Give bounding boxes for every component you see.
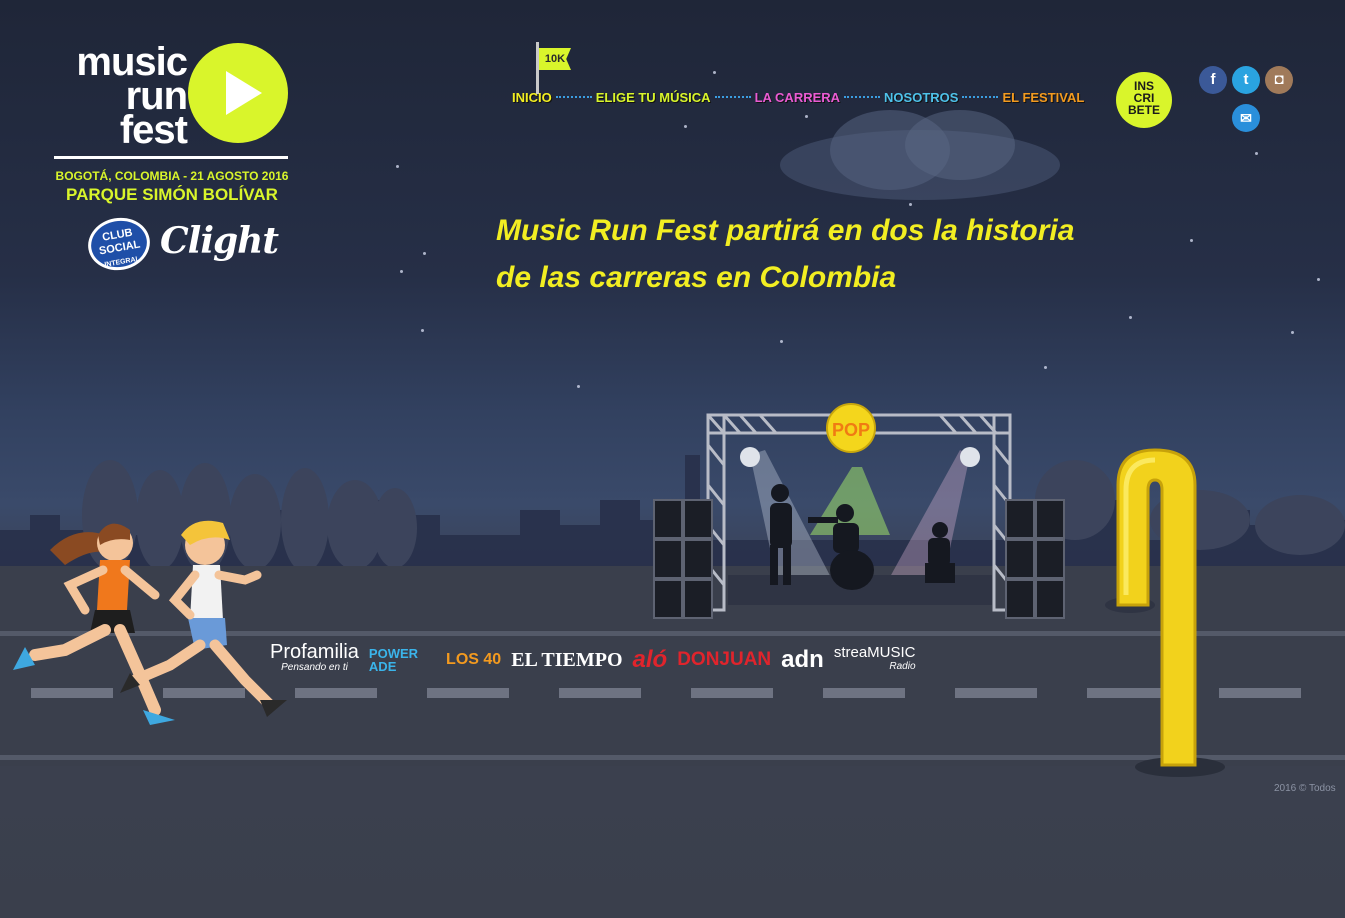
sponsor-adn[interactable]: adn bbox=[781, 646, 824, 674]
facebook-icon[interactable]: f bbox=[1199, 66, 1227, 94]
email-icon[interactable]: ✉ bbox=[1232, 104, 1260, 132]
sponsor-powerade-sub: ADE bbox=[368, 659, 397, 674]
page-headline: Music Run Fest partirá en dos la histori… bbox=[496, 207, 1196, 301]
cloud bbox=[780, 110, 1060, 200]
runners-illustration bbox=[13, 520, 287, 725]
sponsor-los40[interactable]: LOS 40 bbox=[446, 651, 501, 669]
event-date: BOGOTÁ, COLOMBIA - 21 AGOSTO 2016 bbox=[55, 169, 289, 183]
nav-la-carrera[interactable]: LA CARRERA bbox=[755, 90, 840, 105]
nav-separator bbox=[844, 95, 881, 98]
sponsors-strip: Profamilia Pensando en ti POWER ADE LOS … bbox=[270, 636, 916, 684]
sponsor-donjuan[interactable]: DONJUAN bbox=[677, 649, 771, 671]
sponsor-powerade[interactable]: POWER ADE bbox=[369, 647, 436, 673]
logo-divider bbox=[54, 156, 288, 159]
nav-el-festival[interactable]: EL FESTIVAL bbox=[1002, 90, 1084, 105]
event-venue: PARQUE SIMÓN BOLÍVAR bbox=[66, 185, 278, 204]
nav-nosotros[interactable]: NOSOTROS bbox=[884, 90, 958, 105]
headline-line-2: de las carreras en Colombia bbox=[496, 261, 897, 294]
twitter-icon[interactable]: t bbox=[1232, 66, 1260, 94]
sponsor-profamilia-name: Profamilia bbox=[270, 641, 359, 663]
flag-10k-icon: 10K bbox=[539, 48, 571, 70]
club-social-sub: INTEGRAL bbox=[103, 255, 141, 269]
nav-separator bbox=[555, 95, 592, 98]
instagram-icon[interactable]: ◘ bbox=[1265, 66, 1293, 94]
sponsor-streamusic[interactable]: streaMUSIC Radio bbox=[833, 644, 916, 674]
logo-word-fest: fest bbox=[119, 108, 188, 152]
nav-separator bbox=[962, 95, 999, 98]
inscribete-line: BETE bbox=[1127, 103, 1160, 117]
inscribete-button[interactable]: INS CRI BETE bbox=[1116, 72, 1172, 128]
sponsor-streamusic-name: streaMUSIC bbox=[833, 644, 916, 661]
headline-line-1: Music Run Fest partirá en dos la histori… bbox=[496, 214, 1075, 247]
club-social-logo: CLUB SOCIAL INTEGRAL bbox=[83, 213, 155, 275]
main-nav: INICIO ELIGE TU MÚSICA LA CARRERA NOSOTR… bbox=[512, 90, 1084, 105]
club-social-name: CLUB SOCIAL bbox=[98, 226, 142, 258]
sponsor-profamilia[interactable]: Profamilia Pensando en ti bbox=[270, 641, 359, 676]
nav-separator bbox=[714, 95, 751, 98]
sponsor-el-tiempo[interactable]: EL TIEMPO bbox=[511, 649, 622, 672]
genre-badge[interactable]: POP bbox=[826, 403, 876, 453]
nav-inicio[interactable]: INICIO bbox=[512, 90, 552, 105]
sponsor-streamusic-sub: Radio bbox=[889, 661, 916, 672]
copyright-text: 2016 © Todos bbox=[1274, 783, 1336, 794]
play-icon bbox=[188, 43, 288, 143]
site-logo[interactable]: music run fest BOGOTÁ, COLOMBIA - 21 AGO… bbox=[52, 40, 292, 210]
flag-pole bbox=[536, 42, 539, 94]
nav-elige-tu-musica[interactable]: ELIGE TU MÚSICA bbox=[596, 90, 711, 105]
clight-logo: Clight bbox=[160, 220, 279, 262]
sponsor-profamilia-tagline: Pensando en ti bbox=[281, 662, 348, 673]
sponsor-alo[interactable]: aló bbox=[633, 646, 668, 674]
finish-arch bbox=[1105, 448, 1225, 777]
